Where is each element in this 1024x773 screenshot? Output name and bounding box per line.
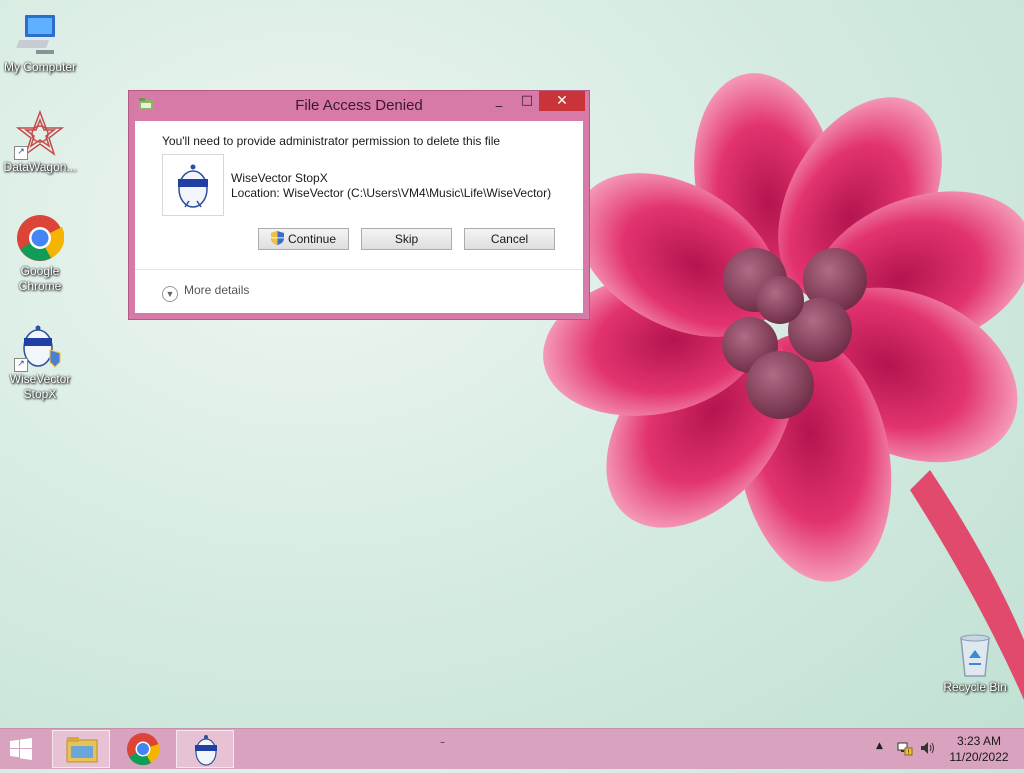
desktop-icon-label: Google Chrome	[18, 264, 62, 293]
computer-icon	[16, 10, 64, 58]
taskbar-wisevector[interactable]	[176, 730, 234, 768]
shortcut-arrow-icon: ↗	[14, 358, 28, 372]
continue-button[interactable]: Continue	[258, 228, 349, 250]
taskbar-chrome[interactable]	[114, 730, 172, 768]
close-button[interactable]: ✕	[539, 91, 585, 111]
desktop-icon-datawagon[interactable]: ↗ DataWagon...	[0, 109, 80, 175]
desktop-icon-my-computer[interactable]: My Computer	[0, 10, 80, 75]
chrome-icon	[127, 733, 160, 766]
file-name: WiseVector StopX	[231, 171, 328, 185]
shortcut-arrow-icon: ↗	[14, 146, 28, 160]
taskbar-file-explorer[interactable]	[52, 730, 110, 768]
desktop-icon-recycle-bin[interactable]: Recycle Bin	[935, 630, 1015, 695]
desktop-icon-label: My Computer	[3, 60, 77, 74]
dialog-prompt: You'll need to provide administrator per…	[162, 134, 501, 148]
file-location: Location: WiseVector (C:\Users\VM4\Music…	[231, 186, 552, 200]
continue-label: Continue	[287, 232, 337, 246]
volume-icon[interactable]	[920, 740, 936, 756]
cancel-button[interactable]: Cancel	[464, 228, 555, 250]
wisevector-icon	[178, 164, 208, 208]
dialog-titlebar[interactable]: File Access Denied _ □ ✕	[129, 91, 589, 121]
file-access-denied-dialog: File Access Denied _ □ ✕ You'll need to …	[128, 90, 590, 320]
dialog-separator	[135, 269, 583, 270]
clock-date[interactable]: 11/20/2022	[944, 750, 1014, 764]
minimize-button[interactable]: _	[485, 91, 513, 111]
desktop-icon-google-chrome[interactable]: Google Chrome	[0, 214, 80, 294]
wisevector-icon	[195, 735, 217, 766]
file-explorer-icon	[66, 737, 98, 763]
chevron-down-icon: ▼	[162, 286, 178, 302]
file-thumbnail	[162, 154, 224, 216]
desktop-icon-label: DataWagon...	[3, 160, 77, 174]
more-details-toggle[interactable]: ▼ More details	[162, 283, 249, 302]
maximize-button[interactable]: □	[513, 91, 541, 111]
taskbar: – ▲ ! 3:23 AM 11/20/2022	[0, 728, 1024, 769]
dialog-content: You'll need to provide administrator per…	[135, 121, 583, 313]
more-details-label: More details	[184, 283, 250, 297]
datawagon-icon: ↗	[14, 109, 65, 160]
clock-time[interactable]: 3:23 AM	[944, 734, 1014, 748]
desktop-icon-label: WiseVector StopX	[9, 372, 71, 401]
chrome-icon	[16, 214, 65, 262]
wisevector-icon: ↗	[14, 322, 64, 372]
desktop-icon-wisevector[interactable]: ↗ WiseVector StopX	[0, 322, 80, 402]
taskbar-dash: –	[440, 737, 445, 748]
start-button[interactable]	[10, 738, 32, 760]
network-icon[interactable]: !	[897, 740, 913, 756]
uac-shield-icon	[270, 231, 284, 245]
desktop-icon-label: Recycle Bin	[943, 680, 1007, 694]
svg-text:!: !	[907, 749, 909, 756]
recycle-bin-icon	[951, 630, 999, 678]
show-hidden-icons-button[interactable]: ▲	[876, 741, 883, 751]
skip-button[interactable]: Skip	[361, 228, 452, 250]
